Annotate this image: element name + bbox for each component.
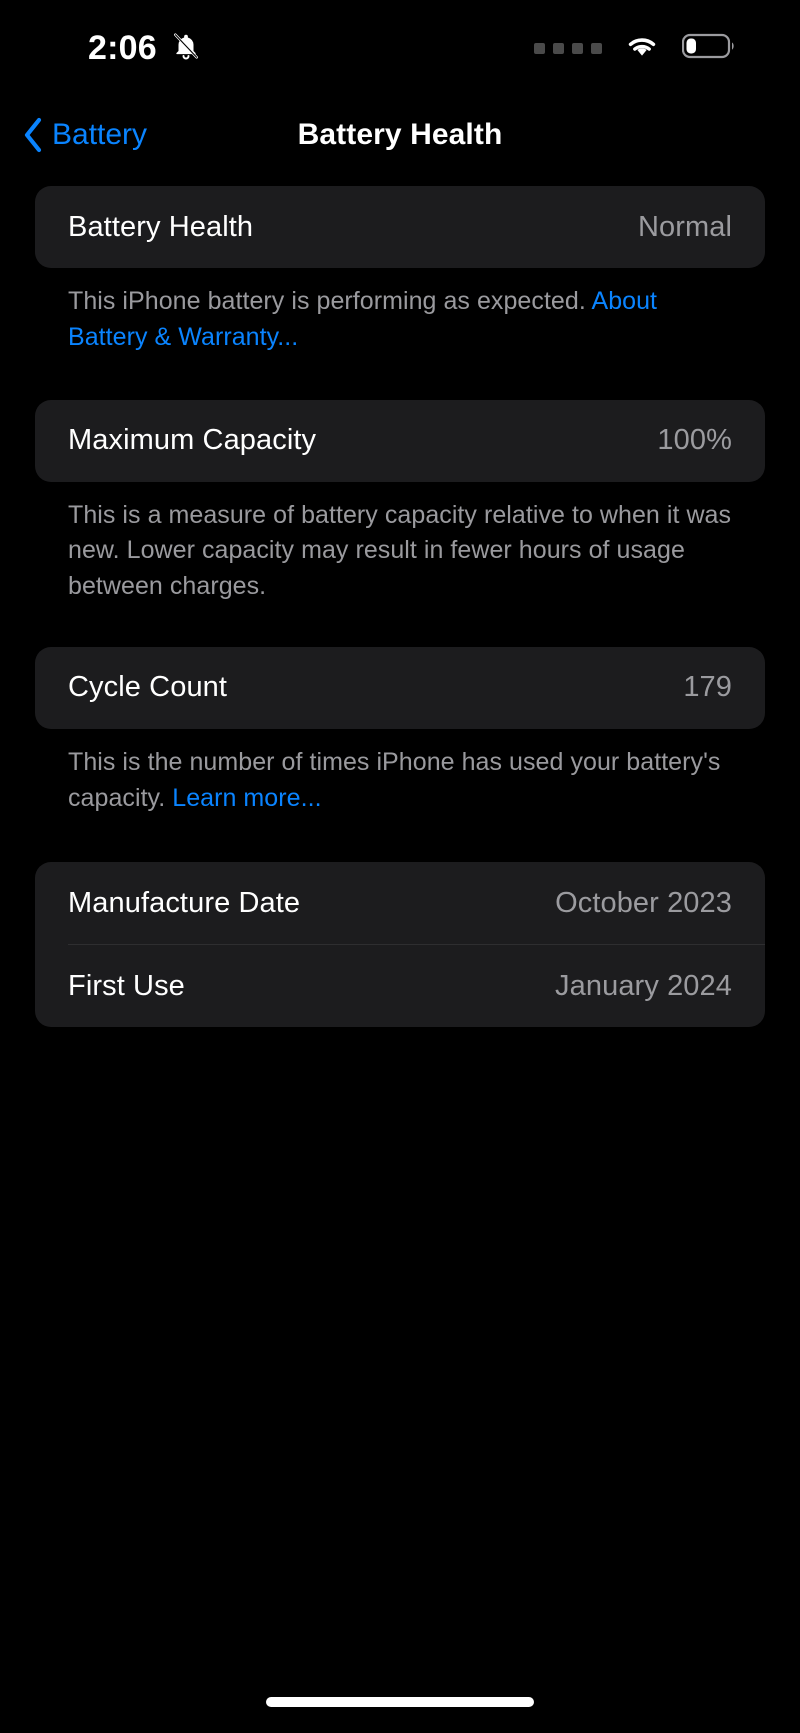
row-maximum-capacity[interactable]: Maximum Capacity 100%	[35, 400, 765, 482]
wifi-icon	[624, 32, 660, 64]
row-cycle-count[interactable]: Cycle Count 179	[35, 647, 765, 729]
status-time: 2:06	[88, 29, 157, 67]
footer-text: This iPhone battery is performing as exp…	[68, 287, 592, 315]
cellular-dots-icon	[534, 42, 602, 54]
section-cycle-count: Cycle Count 179	[35, 646, 765, 729]
row-value: 100%	[657, 424, 732, 456]
footer-text: This is a measure of battery capacity re…	[68, 500, 732, 601]
settings-content: Battery Health Normal This iPhone batter…	[0, 186, 800, 1028]
page-title: Battery Health	[297, 118, 503, 151]
footer-maximum-capacity: This is a measure of battery capacity re…	[68, 498, 732, 605]
row-value: January 2024	[555, 969, 732, 1002]
row-label: First Use	[68, 969, 185, 1002]
battery-low-icon	[681, 32, 738, 65]
footer-text: This is the number of times iPhone has u…	[68, 747, 721, 812]
battery-health-screen: 2:06 Battery Battery Health Battery Heal…	[0, 0, 800, 1733]
section-battery-health: Battery Health Normal	[35, 186, 765, 268]
learn-more-link[interactable]: Learn more...	[172, 784, 321, 812]
row-manufacture-date: Manufacture Date October 2023	[35, 862, 765, 944]
bell-slash-icon	[171, 31, 201, 66]
status-bar: 2:06	[0, 0, 800, 96]
nav-bar: Battery Battery Health	[0, 96, 800, 174]
row-label: Cycle Count	[68, 671, 228, 704]
status-bar-left: 2:06	[88, 31, 201, 66]
section-maximum-capacity: Maximum Capacity 100%	[35, 399, 765, 482]
row-value: Normal	[637, 210, 732, 243]
section-battery-dates: Manufacture Date October 2023 First Use …	[35, 862, 765, 1028]
row-value: 179	[683, 671, 732, 704]
row-value: October 2023	[555, 886, 732, 919]
row-label: Manufacture Date	[68, 886, 301, 919]
home-indicator[interactable]	[266, 1697, 534, 1707]
row-label: Battery Health	[68, 210, 254, 243]
footer-cycle-count: This is the number of times iPhone has u…	[68, 745, 732, 817]
footer-battery-health: This iPhone battery is performing as exp…	[68, 284, 732, 356]
row-battery-health[interactable]: Battery Health Normal	[35, 186, 765, 268]
row-first-use: First Use January 2024	[35, 945, 765, 1027]
status-bar-right	[534, 32, 738, 65]
row-label: Maximum Capacity	[68, 424, 317, 456]
